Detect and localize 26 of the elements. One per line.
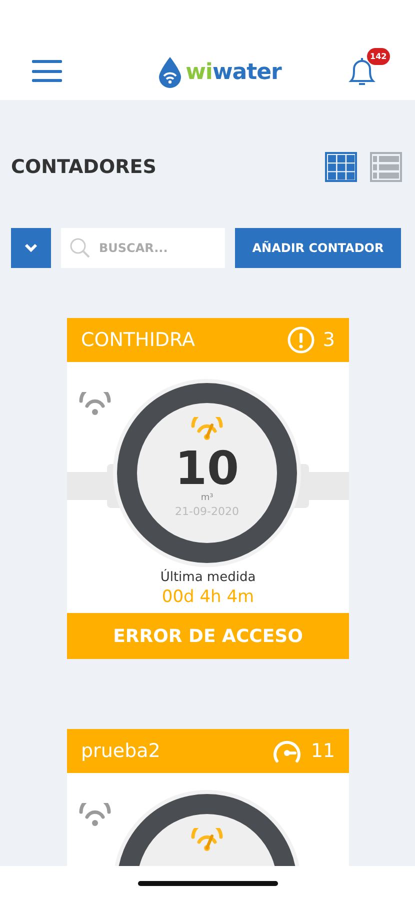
last-reading-label: Última medida [159, 570, 257, 585]
menu-button[interactable] [32, 60, 62, 82]
water-drop-icon [158, 56, 182, 88]
wifi-icon [79, 803, 111, 827]
search-icon [69, 237, 91, 259]
chevron-down-icon [24, 243, 38, 253]
status-banner: ERROR DE ACCESO [67, 613, 349, 659]
page-title: CONTADORES [11, 156, 156, 178]
wifi-icon [79, 392, 111, 416]
badge-count: 11 [310, 740, 335, 762]
logo-text: wiwater [186, 60, 282, 84]
last-reading-time: 00d 4h 4m [160, 587, 256, 609]
search-field[interactable]: BUSCAR... [61, 228, 225, 268]
notification-badge: 142 [367, 48, 390, 65]
gauge-icon [191, 828, 223, 852]
badge-count: 3 [322, 329, 335, 351]
meter-name: CONTHIDRA [81, 329, 195, 351]
notifications-button[interactable]: 142 [347, 48, 391, 88]
meter-reading: 10 [174, 443, 239, 493]
gauge-icon [191, 417, 223, 441]
add-meter-button[interactable]: AÑADIR CONTADOR [235, 228, 401, 268]
unit-label: m³ [200, 493, 214, 503]
alert-icon [286, 326, 315, 354]
meter-name: prueba2 [81, 740, 160, 762]
dropdown-button[interactable] [11, 228, 51, 268]
grid-view-button[interactable] [325, 152, 357, 182]
